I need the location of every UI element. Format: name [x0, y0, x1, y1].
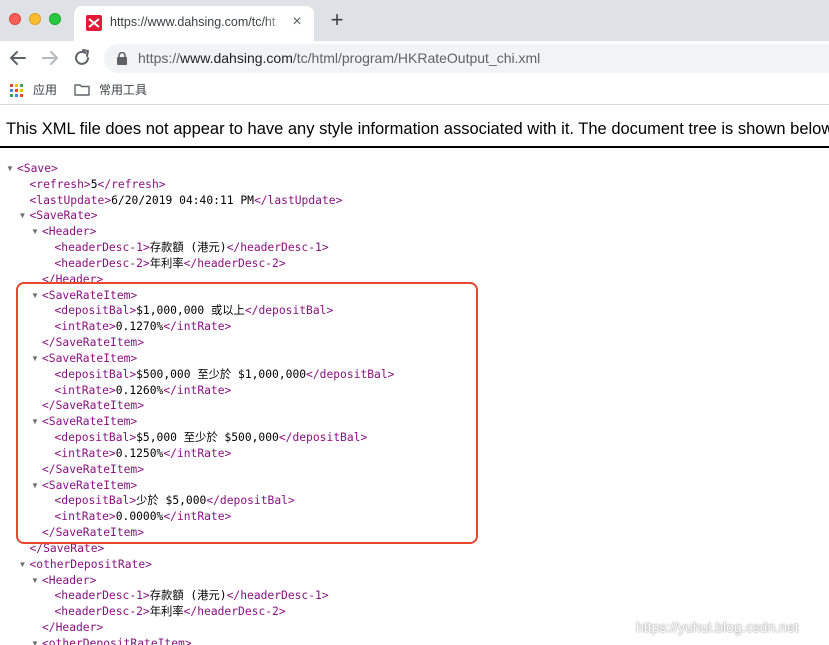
xml-open-tag: <lastUpdate>	[29, 193, 112, 207]
xml-open-tag: <Save>	[17, 162, 58, 175]
xml-open-tag: <headerDesc-1>	[54, 241, 150, 255]
xml-open-tag: <otherDepositRate>	[29, 557, 152, 571]
xml-open-tag: <refresh>	[29, 177, 91, 191]
xml-line: <headerDesc-2>年利率</headerDesc-2>	[55, 604, 286, 619]
xml-text-value: 年利率	[149, 605, 184, 619]
collapse-toggle-icon[interactable]: ▼	[31, 636, 40, 645]
xml-line: <otherDepositRate>	[30, 557, 152, 572]
highlight-annotation-box	[16, 282, 478, 544]
xml-open-tag: <otherDepositRateItem>	[42, 636, 192, 645]
xml-line: <headerDesc-1>存款額 (港元)</headerDesc-1>	[55, 588, 329, 603]
xml-line: <Header>	[42, 573, 96, 588]
xml-close-tag: </refresh>	[97, 177, 166, 191]
xml-text-value: 年利率	[149, 256, 184, 270]
xml-text-value: 存款額 (港元)	[149, 241, 227, 255]
xml-close-tag: </headerDesc-1>	[226, 241, 329, 255]
xml-line: <refresh>5</refresh>	[30, 177, 166, 192]
xml-close-tag: </headerDesc-1>	[226, 589, 329, 603]
xml-line: <SaveRate>	[30, 208, 98, 223]
collapse-toggle-icon[interactable]: ▼	[31, 224, 40, 239]
xml-text-value: 5	[90, 177, 98, 191]
xml-line: <otherDepositRateItem>	[42, 636, 192, 645]
xml-line: <Save>	[17, 161, 58, 176]
xml-line: <lastUpdate>6/20/2019 04:40:11 PM</lastU…	[30, 193, 343, 208]
xml-text-value: 6/20/2019 04:40:11 PM	[111, 193, 254, 207]
collapse-toggle-icon[interactable]: ▼	[6, 161, 15, 176]
xml-open-tag: <SaveRate>	[29, 209, 98, 223]
xml-close-tag: </headerDesc-2>	[183, 605, 286, 619]
xml-close-tag: </Header>	[42, 621, 104, 635]
xml-open-tag: <Header>	[42, 573, 97, 587]
xml-line: </Header>	[42, 620, 103, 635]
xml-text-value: 存款額 (港元)	[149, 589, 227, 603]
xml-line: <Header>	[42, 224, 96, 239]
collapse-toggle-icon[interactable]: ▼	[31, 573, 40, 588]
xml-open-tag: <headerDesc-2>	[54, 256, 150, 270]
xml-open-tag: <Header>	[42, 225, 97, 239]
xml-close-tag: </lastUpdate>	[253, 193, 343, 207]
xml-close-tag: </headerDesc-2>	[183, 256, 286, 270]
xml-open-tag: <headerDesc-1>	[54, 589, 150, 603]
collapse-toggle-icon[interactable]: ▼	[19, 208, 28, 223]
xml-line: <headerDesc-2>年利率</headerDesc-2>	[55, 256, 286, 271]
xml-open-tag: <headerDesc-2>	[54, 605, 150, 619]
watermark-text: https://yuhui.blog.csdn.net	[636, 619, 799, 635]
xml-line: <headerDesc-1>存款額 (港元)</headerDesc-1>	[55, 240, 329, 255]
collapse-toggle-icon[interactable]: ▼	[19, 557, 28, 572]
